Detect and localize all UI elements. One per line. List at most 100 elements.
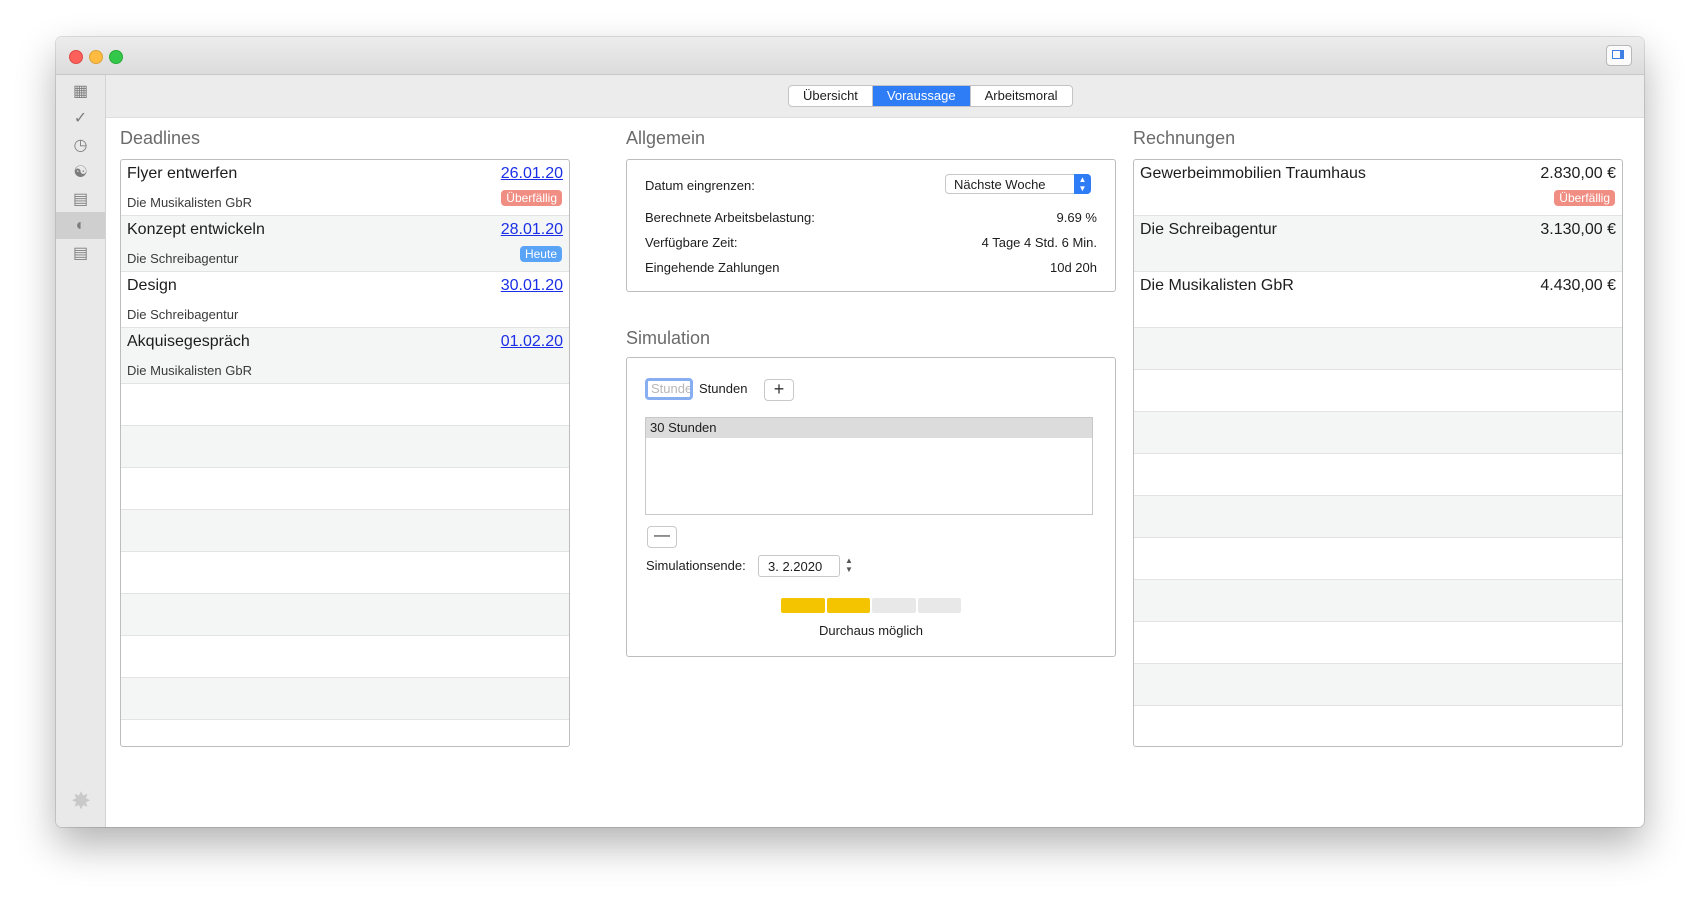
deadline-client: Die Musikalisten GbR (127, 363, 252, 378)
tab-voraussage[interactable]: Voraussage (872, 86, 971, 106)
deadline-date-link[interactable]: 26.01.20 (501, 165, 563, 183)
money-icon[interactable]: ▤ (56, 185, 105, 212)
invoice-row[interactable]: Die Schreibagentur 3.130,00 € (1134, 216, 1622, 272)
close-window-button[interactable] (69, 50, 83, 64)
date-stepper-icon[interactable]: ▲ ▼ (844, 556, 854, 576)
feasibility-level-segment (917, 598, 961, 613)
toolbar: Übersicht Voraussage Arbeitsmoral (106, 75, 1644, 118)
invoice-row[interactable]: Gewerbeimmobilien Traumhaus 2.830,00 € Ü… (1134, 160, 1622, 216)
deadline-date-link[interactable]: 01.02.20 (501, 333, 563, 351)
minimize-window-button[interactable] (89, 50, 103, 64)
deadline-date-link[interactable]: 28.01.20 (501, 221, 563, 239)
hours-unit-label: Stunden (699, 381, 748, 396)
feasibility-level-segment (781, 598, 825, 613)
hours-input[interactable]: Stunden (645, 378, 693, 400)
remove-hours-button[interactable]: — (647, 526, 677, 548)
deadline-client: Die Schreibagentur (127, 307, 239, 322)
empty-row (121, 468, 569, 510)
invoice-client: Die Schreibagentur (1140, 221, 1277, 238)
deadlines-title: Deadlines (120, 128, 201, 148)
today-badge: Heute (519, 246, 562, 262)
checkmark-icon[interactable]: ✓ (56, 104, 105, 131)
forecast-icon[interactable]: ◐ (56, 212, 105, 239)
stat-value: 10d 20h (1050, 260, 1097, 275)
simulation-list[interactable]: 30 Stunden (645, 417, 1093, 515)
deadline-client: Die Musikalisten GbR (127, 195, 252, 210)
stat-label: Verfügbare Zeit: (645, 235, 738, 250)
tab-arbeitsmoral[interactable]: Arbeitsmoral (971, 86, 1072, 106)
stat-value: 9.69 % (1056, 210, 1097, 225)
general-box: Datum eingrenzen: Nächste Woche ▲ ▼ Berec… (626, 159, 1116, 292)
empty-row (1134, 664, 1622, 706)
deadline-row[interactable]: Flyer entwerfen 26.01.20 Die Musikaliste… (121, 160, 569, 216)
simulation-end-date-field[interactable]: 3. 2.2020 (758, 555, 840, 577)
feasibility-label: Durchaus möglich (818, 623, 924, 638)
empty-row (1134, 454, 1622, 496)
invoice-client: Gewerbeimmobilien Traumhaus (1140, 165, 1366, 182)
invoice-icon[interactable]: ▤ (56, 239, 105, 266)
overdue-badge: Überfällig (1554, 190, 1615, 206)
empty-row (121, 720, 569, 746)
empty-row (1134, 706, 1622, 746)
app-window: ▦ ✓ ◷ ☯ ▤ ◐ ▤ ✸ Übersicht Voraussage Arb… (56, 37, 1644, 827)
invoice-client: Die Musikalisten GbR (1140, 277, 1294, 294)
simulation-end-label: Simulationsende: (646, 558, 746, 573)
empty-row (1134, 328, 1622, 370)
deadline-title: Flyer entwerfen (127, 165, 238, 182)
stat-label: Eingehende Zahlungen (645, 260, 780, 275)
empty-row (121, 510, 569, 552)
add-hours-button[interactable]: + (764, 379, 794, 401)
stat-label: Berechnete Arbeitsbelastung: (645, 210, 815, 225)
people-icon[interactable]: ☯ (56, 158, 105, 185)
stat-row: Verfügbare Zeit: 4 Tage 4 Std. 6 Min. (645, 235, 1097, 250)
empty-row (1134, 412, 1622, 454)
overdue-badge: Überfällig (501, 190, 562, 206)
deadline-date-link[interactable]: 30.01.20 (501, 277, 563, 295)
tab-uebersicht[interactable]: Übersicht (789, 86, 873, 106)
app-logo-icon: ✸ (70, 788, 92, 815)
deadline-title: Design (127, 277, 177, 294)
invoice-amount: 4.430,00 € (1540, 277, 1616, 294)
empty-row (121, 552, 569, 594)
empty-row (121, 636, 569, 678)
invoice-amount: 3.130,00 € (1540, 221, 1616, 238)
stat-row: Berechnete Arbeitsbelastung: 9.69 % (645, 210, 1097, 225)
updown-arrows-icon: ▲ ▼ (1074, 174, 1091, 194)
deadline-client: Die Schreibagentur (127, 251, 239, 266)
clock-icon[interactable]: ◷ (56, 131, 105, 158)
date-filter-label: Datum eingrenzen: (645, 178, 755, 193)
sidebar: ▦ ✓ ◷ ☯ ▤ ◐ ▤ ✸ (56, 75, 106, 827)
zoom-window-button[interactable] (109, 50, 123, 64)
feasibility-level-segment (872, 598, 916, 613)
date-filter-value: Nächste Woche (954, 177, 1046, 192)
deadlines-list: Flyer entwerfen 26.01.20 Die Musikaliste… (120, 159, 570, 747)
simulation-title: Simulation (626, 328, 711, 348)
feasibility-level-segment (826, 598, 870, 613)
empty-row (121, 678, 569, 720)
deadline-title: Akquisegespräch (127, 333, 250, 350)
simulation-box: Stunden Stunden + 30 Stunden — Simulatio… (626, 357, 1116, 657)
deadline-row[interactable]: Akquisegespräch 01.02.20 Die Musikaliste… (121, 328, 569, 384)
stat-value: 4 Tage 4 Std. 6 Min. (981, 235, 1097, 250)
invoice-row[interactable]: Die Musikalisten GbR 4.430,00 € (1134, 272, 1622, 328)
invoices-title: Rechnungen (1133, 128, 1236, 148)
empty-row (121, 384, 569, 426)
empty-row (121, 594, 569, 636)
layout-icon[interactable]: ▦ (56, 77, 105, 104)
deadline-row[interactable]: Konzept entwickeln 28.01.20 Die Schreiba… (121, 216, 569, 272)
deadline-row[interactable]: Design 30.01.20 Die Schreibagentur (121, 272, 569, 328)
view-segmented-control: Übersicht Voraussage Arbeitsmoral (788, 85, 1073, 107)
toggle-sidebar-icon[interactable] (1606, 45, 1632, 66)
invoices-list: Gewerbeimmobilien Traumhaus 2.830,00 € Ü… (1133, 159, 1623, 747)
stat-row: Eingehende Zahlungen 10d 20h (645, 260, 1097, 275)
empty-row (1134, 496, 1622, 538)
simulation-list-item[interactable]: 30 Stunden (646, 418, 1092, 438)
empty-row (1134, 538, 1622, 580)
empty-row (121, 426, 569, 468)
empty-row (1134, 580, 1622, 622)
general-title: Allgemein (626, 128, 706, 148)
invoice-amount: 2.830,00 € (1540, 165, 1616, 182)
date-filter-select[interactable]: Nächste Woche ▲ ▼ (945, 174, 1091, 194)
empty-row (1134, 622, 1622, 664)
deadline-title: Konzept entwickeln (127, 221, 265, 238)
